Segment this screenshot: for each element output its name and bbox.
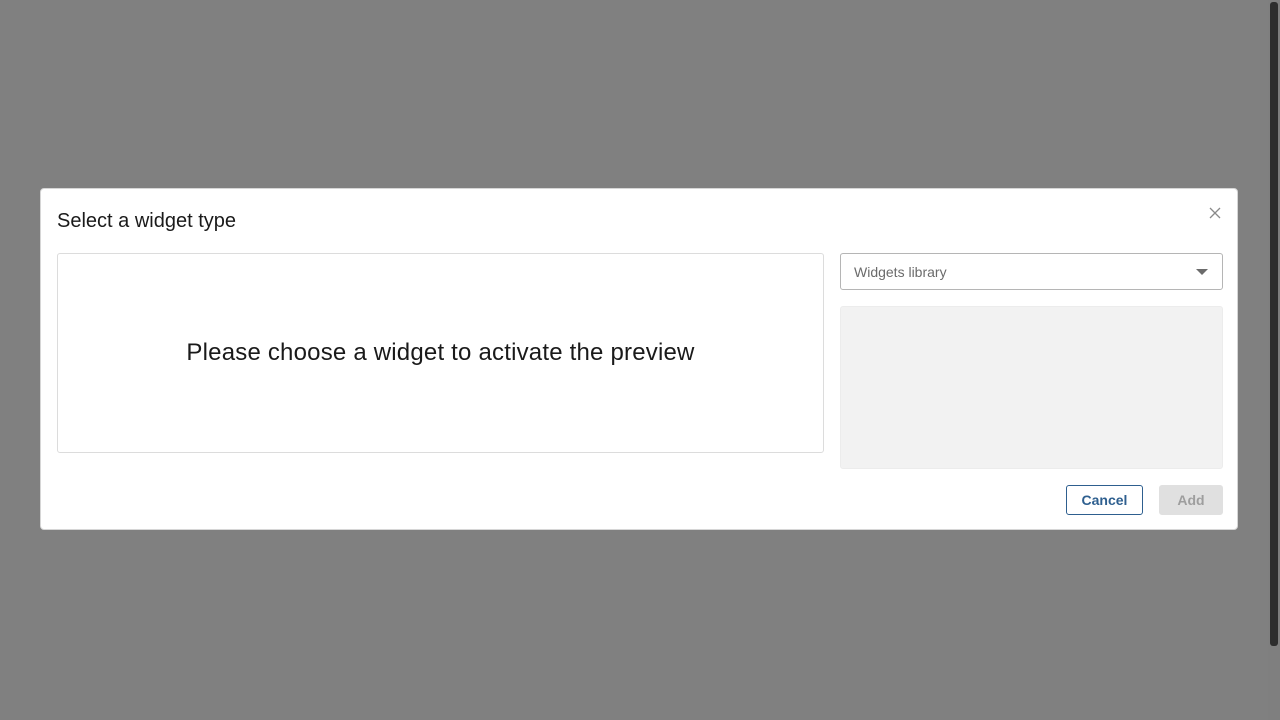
dialog-title: Select a widget type xyxy=(57,210,236,232)
scrollbar-thumb[interactable] xyxy=(1270,2,1278,646)
select-widget-dialog: Select a widget type Please choose a wid… xyxy=(40,188,1238,530)
close-icon xyxy=(1209,207,1221,219)
chevron-down-icon xyxy=(1196,269,1208,275)
widgets-library-placeholder: Widgets library xyxy=(854,263,947,280)
close-button[interactable] xyxy=(1203,201,1227,225)
widget-list-panel xyxy=(840,306,1223,469)
widgets-library-select[interactable]: Widgets library xyxy=(840,253,1223,290)
cancel-button[interactable]: Cancel xyxy=(1066,485,1143,515)
add-button: Add xyxy=(1159,485,1223,515)
preview-message: Please choose a widget to activate the p… xyxy=(186,339,695,366)
widget-preview-panel: Please choose a widget to activate the p… xyxy=(57,253,824,453)
scrollbar[interactable] xyxy=(1268,0,1280,720)
